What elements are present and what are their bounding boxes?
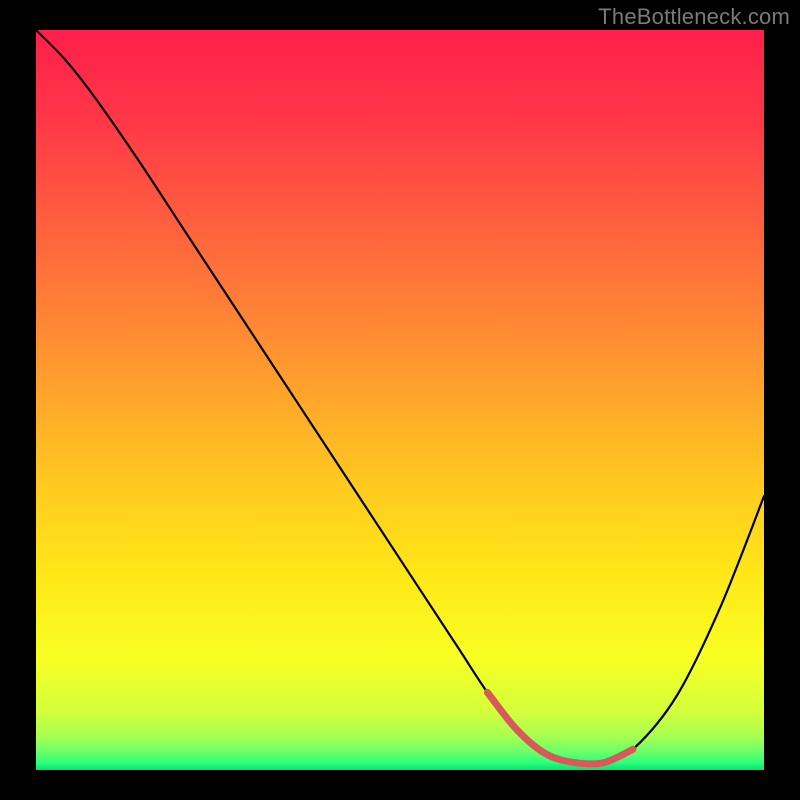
valley-highlight: [487, 692, 633, 764]
chart-frame: TheBottleneck.com: [0, 0, 800, 800]
curve-layer: [36, 30, 764, 770]
plot-area: [36, 30, 764, 770]
watermark-text: TheBottleneck.com: [598, 4, 790, 30]
bottleneck-curve: [36, 30, 764, 764]
